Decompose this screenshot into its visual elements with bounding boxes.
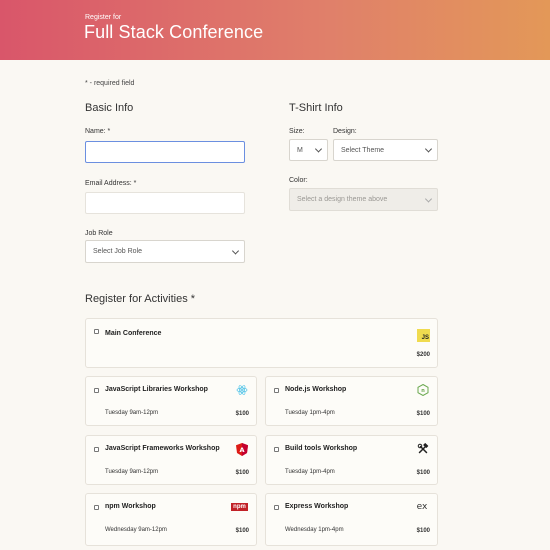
header-subtitle: Register for <box>85 14 122 21</box>
required-field-note: * - required field <box>85 80 135 87</box>
activity-name: JavaScript Frameworks Workshop <box>105 445 220 452</box>
activity-price: $100 <box>416 528 430 534</box>
activity-card-js-libraries[interactable]: JavaScript Libraries Workshop Tuesday 9a… <box>85 376 257 426</box>
activity-price: $100 <box>416 411 430 417</box>
activity-time: Tuesday 1pm-4pm <box>285 410 335 416</box>
activity-card-nodejs[interactable]: Node.js Workshop n Tuesday 1pm-4pm $100 <box>265 376 438 426</box>
color-label: Color: <box>289 177 308 184</box>
tshirt-info-title: T-Shirt Info <box>289 102 343 114</box>
activity-time: Wednesday 9am-12pm <box>105 527 167 533</box>
size-select[interactable]: M <box>289 139 328 161</box>
activity-time: Tuesday 9am-12pm <box>105 410 159 416</box>
job-role-selected: Select Job Role <box>93 248 143 255</box>
activity-card-build-tools[interactable]: Build tools Workshop Tuesday 1pm-4pm $10… <box>265 435 438 485</box>
activity-checkbox[interactable] <box>94 329 99 334</box>
activity-checkbox[interactable] <box>274 388 279 393</box>
color-select[interactable]: Select a design theme above <box>289 188 438 211</box>
activity-card-js-frameworks[interactable]: JavaScript Frameworks Workshop A Tuesday… <box>85 435 257 485</box>
size-label: Size: <box>289 128 305 135</box>
activity-name: Build tools Workshop <box>285 445 358 452</box>
activity-checkbox[interactable] <box>274 447 279 452</box>
activity-card-main-conference[interactable]: Main Conference JS $200 <box>85 318 438 368</box>
name-input[interactable] <box>85 141 245 163</box>
activity-name: Express Workshop <box>285 503 349 510</box>
name-label: Name: * <box>85 128 111 135</box>
npm-icon: npm <box>231 503 248 511</box>
size-selected: M <box>297 146 303 154</box>
nodejs-icon: n <box>417 384 429 396</box>
activity-checkbox[interactable] <box>94 447 99 452</box>
activity-name: Node.js Workshop <box>285 386 347 393</box>
activity-card-express[interactable]: Express Workshop ex Wednesday 1pm-4pm $1… <box>265 493 438 546</box>
basic-info-title: Basic Info <box>85 102 134 114</box>
activity-checkbox[interactable] <box>94 505 99 510</box>
react-icon <box>236 384 248 396</box>
js-icon: JS <box>417 329 430 342</box>
activity-price: $100 <box>235 411 249 417</box>
page-title: Full Stack Conference <box>84 22 264 42</box>
activity-card-npm[interactable]: npm Workshop npm Wednesday 9am-12pm $100 <box>85 493 257 546</box>
activity-time: Wednesday 1pm-4pm <box>285 527 344 533</box>
page-header: Register for Full Stack Conference <box>0 0 550 60</box>
design-label: Design: <box>333 128 357 135</box>
activity-checkbox[interactable] <box>94 388 99 393</box>
activity-name: JavaScript Libraries Workshop <box>105 386 208 393</box>
activity-name: Main Conference <box>105 330 162 337</box>
design-selected: Select Theme <box>341 146 385 154</box>
design-select[interactable]: Select Theme <box>333 139 438 161</box>
svg-text:n: n <box>421 388 425 394</box>
activity-price: $100 <box>235 528 249 534</box>
activity-checkbox[interactable] <box>274 505 279 510</box>
activity-price: $100 <box>235 470 249 476</box>
activity-price: $200 <box>416 352 430 358</box>
tools-icon <box>417 443 429 455</box>
activities-title: Register for Activities * <box>85 293 196 305</box>
color-selected: Select a design theme above <box>297 196 388 203</box>
svg-text:A: A <box>239 446 244 454</box>
express-icon: ex <box>416 502 428 512</box>
chevron-down-icon <box>314 145 323 153</box>
angular-icon: A <box>236 442 248 456</box>
chevron-down-icon <box>424 145 433 153</box>
email-label: Email Address: * <box>85 180 137 187</box>
activity-time: Tuesday 1pm-4pm <box>285 469 335 475</box>
email-input[interactable] <box>85 192 245 214</box>
job-role-label: Job Role <box>85 230 113 237</box>
chevron-down-icon <box>231 246 240 255</box>
activity-price: $100 <box>416 470 430 476</box>
activity-time: Tuesday 9am-12pm <box>105 469 159 475</box>
activity-name: npm Workshop <box>105 503 156 510</box>
job-role-select[interactable]: Select Job Role <box>85 240 245 263</box>
chevron-down-icon <box>424 194 433 203</box>
